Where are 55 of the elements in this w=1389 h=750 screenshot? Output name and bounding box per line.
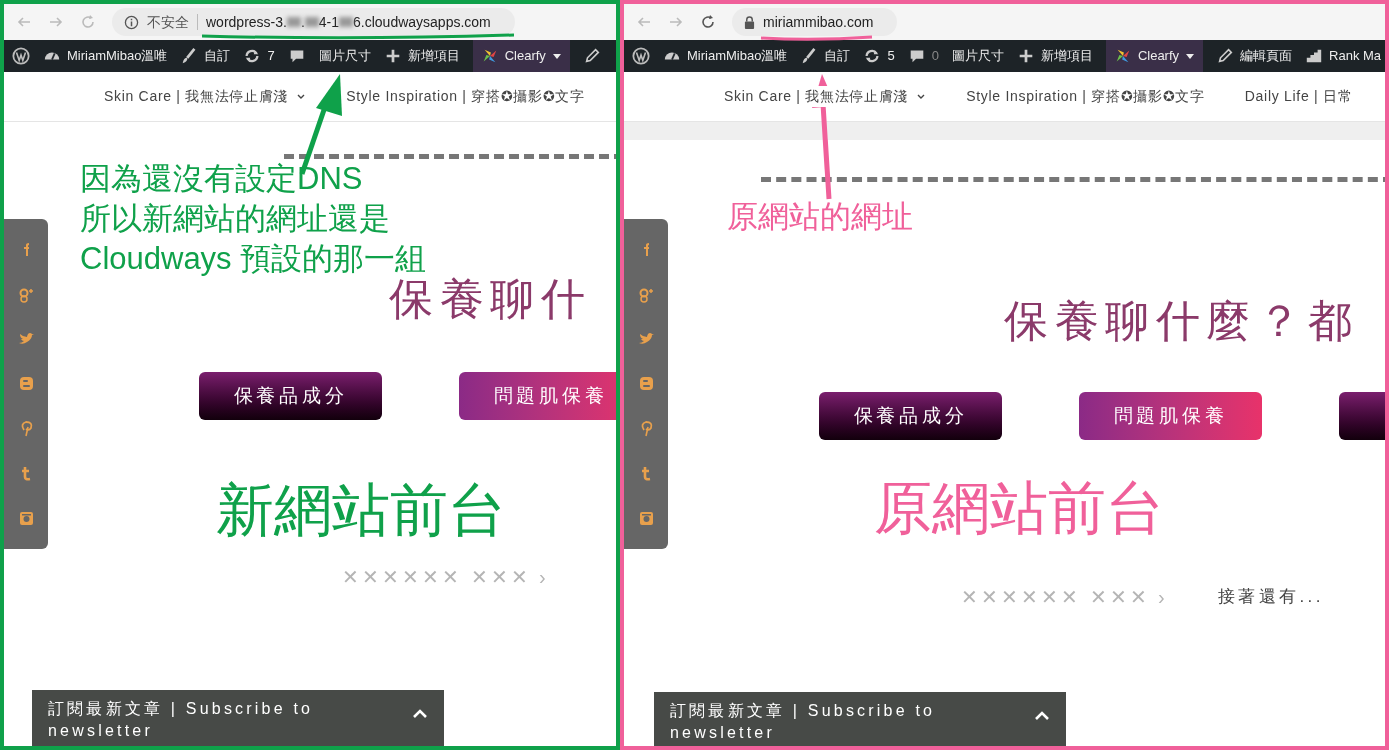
nav-link[interactable]: Style Inspiration | 穿搭✪攝影✪文字: [346, 86, 585, 107]
admin-bar-item[interactable]: Clearfy: [472, 40, 570, 72]
admin-bar-item[interactable]: 新增項目: [383, 40, 460, 72]
admin-bar-item[interactable]: 7: [243, 40, 275, 72]
nav-link[interactable]: Daily Life | 日常: [1244, 86, 1353, 107]
category-button[interactable]: 保養品成分: [819, 392, 1002, 440]
info-icon: [124, 14, 139, 30]
pencil-icon: [1216, 47, 1235, 65]
category-button[interactable]: 問題肌保養: [459, 372, 616, 420]
admin-bar-item[interactable]: MiriamMibao溫唯: [663, 40, 788, 72]
url-text: 6.cloudwaysapps.com: [353, 12, 491, 32]
redacted-mark: [339, 17, 354, 27]
cross-divider: ✕✕✕✕✕✕ ✕✕✕ ›: [961, 585, 1168, 610]
cross-divider: ✕✕✕✕✕✕ ✕✕✕ ›: [342, 565, 549, 590]
admin-bar-item[interactable]: 新增項目: [1016, 40, 1093, 72]
admin-bar-item[interactable]: MiriamMibao溫唯: [43, 40, 168, 72]
admin-bar-item[interactable]: 編輯頁面: [1216, 40, 1293, 72]
address-bar[interactable]: miriammibao.com: [732, 8, 898, 36]
subscribe-bar[interactable]: 訂閱最新文章 | Subscribe to newsletter: [32, 690, 444, 746]
caret-icon: [551, 51, 562, 61]
url-text: wordpress-3.: [206, 12, 287, 32]
annotation-text: 因為還沒有設定DNS: [80, 160, 364, 198]
url-text: miriammibao.com: [763, 12, 874, 32]
caret-icon: [1185, 51, 1196, 61]
caption-text: 新網站前台: [216, 476, 506, 544]
annotation-text: 原網站的網址: [727, 198, 913, 236]
address-bar[interactable]: 不安全 wordpress-3. . 4-1 6.cloudwaysapps.com: [112, 8, 515, 36]
url-text: 4-1: [318, 12, 340, 32]
more-text: 接著還有...: [1217, 586, 1324, 609]
admin-bar-item[interactable]: 圖片尺寸: [318, 40, 371, 72]
admin-bar-item[interactable]: Rank Ma: [1305, 40, 1382, 72]
lock-icon: [744, 15, 755, 29]
nav-link[interactable]: Skin Care | 我無法停止膚淺: [724, 86, 927, 107]
admin-bar-item[interactable]: 自訂: [800, 40, 851, 72]
redacted-mark: [286, 17, 301, 27]
admin-bar-item[interactable]: 圖片尺寸: [951, 40, 1004, 72]
category-button[interactable]: 問題肌保養: [1079, 392, 1262, 440]
reload-icon[interactable]: [700, 14, 716, 30]
headline: 保養聊什麼？都: [1004, 295, 1359, 347]
annotation-text: 所以新網站的網址還是: [80, 200, 391, 238]
url-text: .: [300, 12, 305, 32]
admin-bar-item[interactable]: 自訂: [180, 40, 231, 72]
nav-link[interactable]: Skin Care | 我無法停止膚淺: [104, 86, 307, 107]
subscribe-bar[interactable]: 訂閱最新文章 | Subscribe to newsletter: [654, 692, 1066, 746]
admin-bar-item[interactable]: Clearfy: [1105, 40, 1204, 72]
security-label: 不安全: [147, 12, 189, 32]
admin-bar-item[interactable]: 5: [863, 40, 895, 72]
caption-text: 原網站前台: [874, 474, 1164, 542]
wordpress-logo-icon: [632, 47, 650, 65]
redacted-mark: [304, 17, 319, 27]
admin-bar-item[interactable]: 0: [907, 40, 939, 72]
wordpress-logo-icon: [12, 47, 30, 65]
chart-icon: [1305, 47, 1324, 65]
category-button[interactable]: 保養品成分: [199, 372, 382, 420]
nav-link[interactable]: Style Inspiration | 穿搭✪攝影✪文字: [966, 86, 1205, 107]
